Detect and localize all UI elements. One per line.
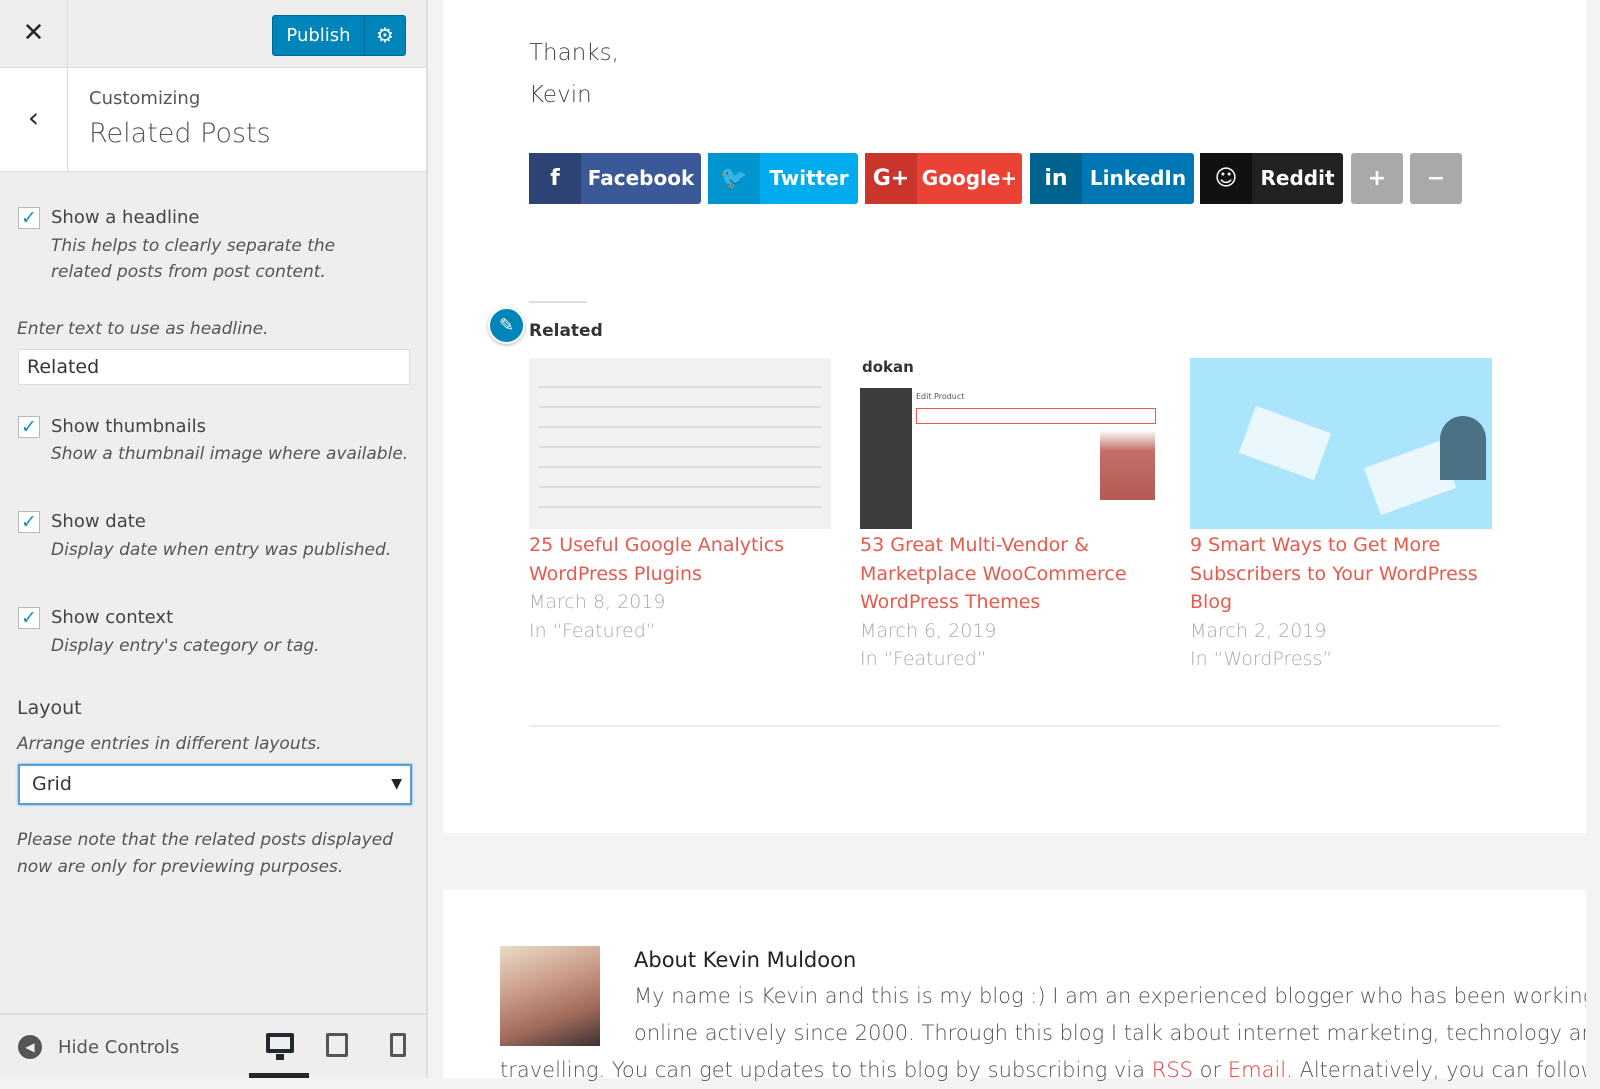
- active-device-indicator: [249, 1073, 309, 1078]
- email-link[interactable]: Email: [1228, 1058, 1286, 1082]
- option-description: Display entry's category or tag.: [51, 636, 320, 656]
- tablet-preview-icon[interactable]: [326, 1033, 348, 1057]
- customizer-sidebar: ✕ Publish ⚙ ‹ Customizing Related Posts …: [0, 0, 428, 1078]
- share-linkedin-button[interactable]: in LinkedIn: [1030, 153, 1194, 204]
- option-label: Show thumbnails: [51, 416, 206, 437]
- signoff-line: Thanks,: [529, 40, 619, 66]
- option-label: Show date: [51, 511, 146, 532]
- related-divider: [529, 301, 587, 303]
- show-context-checkbox[interactable]: ✓: [18, 607, 40, 629]
- option-description: Show a thumbnail image where available.: [51, 444, 409, 464]
- author-bio-line: My name is Kevin and this is my blog :) …: [634, 984, 1596, 1008]
- share-reddit-button[interactable]: ☺ Reddit: [1200, 153, 1343, 204]
- signoff: Thanks, Kevin: [529, 32, 619, 116]
- dokan-logo: dokan: [862, 358, 914, 376]
- related-post: 9 Smart Ways to Get More Subscribers to …: [1190, 531, 1490, 674]
- layout-select-value: Grid: [32, 773, 72, 795]
- share-twitter-button[interactable]: 🐦 Twitter: [708, 153, 858, 204]
- facebook-icon: f: [529, 153, 581, 204]
- post-context: In “Featured”: [529, 619, 656, 642]
- layout-note: Please note that the related posts displ…: [17, 830, 394, 877]
- hide-controls-button[interactable]: ◀ Hide Controls: [18, 1035, 179, 1059]
- publish-button[interactable]: Publish: [273, 16, 365, 55]
- layout-select[interactable]: Grid ▼: [18, 764, 412, 805]
- related-post: 25 Useful Google Analytics WordPress Plu…: [529, 531, 829, 645]
- related-post: 53 Great Multi-Vendor & Marketplace WooC…: [860, 531, 1160, 674]
- show-date-checkbox[interactable]: ✓: [18, 511, 40, 533]
- hide-controls-label: Hide Controls: [58, 1036, 180, 1058]
- post-context: In “WordPress”: [1190, 648, 1333, 670]
- option-label: Show context: [51, 607, 174, 628]
- content-divider: [529, 725, 1501, 727]
- mobile-preview-icon[interactable]: [390, 1033, 406, 1057]
- post-date: March 2, 2019: [1190, 619, 1327, 642]
- share-label: Facebook: [587, 166, 695, 190]
- customizer-header: ✕ Publish ⚙: [0, 0, 426, 68]
- share-label: Reddit: [1260, 166, 1335, 190]
- headline-input[interactable]: Related: [18, 349, 410, 385]
- googleplus-icon: G+: [865, 153, 917, 204]
- site-preview: Thanks, Kevin f Facebook 🐦 Twitter G+ Google+…: [443, 0, 1586, 833]
- dropdown-arrow-icon: ▼: [391, 776, 402, 792]
- desktop-preview-icon[interactable]: [266, 1033, 294, 1053]
- twitter-icon: 🐦: [708, 153, 760, 204]
- author-bio-line: online actively since 2000. Through this…: [634, 1021, 1600, 1045]
- option-label: Show a headline: [51, 207, 200, 228]
- post-context: In “Featured”: [860, 648, 987, 670]
- share-label: Twitter: [769, 166, 849, 190]
- post-date: March 8, 2019: [529, 591, 666, 613]
- post-title-link[interactable]: 9 Smart Ways to Get More Subscribers to …: [1190, 531, 1490, 617]
- author-box: About Kevin Muldoon My name is Kevin and…: [443, 890, 1600, 1082]
- related-heading: Related: [529, 321, 603, 341]
- show-thumbnails-checkbox[interactable]: ✓: [18, 416, 40, 438]
- post-thumbnail[interactable]: [1190, 358, 1492, 529]
- headline-prompt: Enter text to use as headline.: [17, 319, 269, 339]
- close-icon: ✕: [22, 18, 45, 48]
- edit-pencil-icon[interactable]: ✎: [488, 307, 525, 344]
- minus-icon: −: [1426, 166, 1446, 191]
- layout-description: Arrange entries in different layouts.: [17, 734, 322, 754]
- thumb-heading: Edit Product: [916, 392, 965, 401]
- gear-icon: ⚙: [376, 23, 394, 47]
- author-avatar: [500, 946, 600, 1046]
- panel-title-section: ‹ Customizing Related Posts: [0, 68, 426, 172]
- less-share-button[interactable]: −: [1410, 153, 1462, 204]
- panel-title: Related Posts: [89, 118, 271, 149]
- rss-link[interactable]: RSS: [1152, 1058, 1193, 1082]
- more-share-button[interactable]: +: [1351, 153, 1403, 204]
- back-button[interactable]: ‹: [0, 68, 68, 172]
- share-label: Google+: [921, 166, 1018, 190]
- reddit-icon: ☺: [1200, 153, 1252, 204]
- close-button[interactable]: ✕: [0, 0, 68, 68]
- author-bio-line: travelling. You can get updates to this …: [500, 1052, 1600, 1089]
- publish-settings-button[interactable]: ⚙: [365, 16, 405, 55]
- post-thumbnail[interactable]: [529, 358, 831, 529]
- layout-title: Layout: [17, 697, 82, 719]
- monitor-stand: [276, 1054, 284, 1060]
- signoff-name: Kevin: [529, 82, 592, 108]
- chevron-left-icon: ‹: [27, 101, 40, 134]
- share-googleplus-button[interactable]: G+ Google+: [865, 153, 1022, 204]
- post-thumbnail[interactable]: dokan Edit Product: [860, 358, 1162, 529]
- bio-text: travelling. You can get updates to this …: [500, 1058, 1152, 1082]
- option-show-headline: ✓: [18, 207, 40, 229]
- linkedin-icon: in: [1030, 153, 1082, 204]
- publish-button-group: Publish ⚙: [272, 15, 406, 56]
- option-description: Display date when entry was published.: [51, 540, 392, 560]
- bio-text: or: [1193, 1058, 1228, 1082]
- show-headline-checkbox[interactable]: ✓: [18, 207, 40, 229]
- post-title-link[interactable]: 25 Useful Google Analytics WordPress Plu…: [529, 531, 829, 588]
- plus-icon: +: [1367, 166, 1387, 191]
- post-title-link[interactable]: 53 Great Multi-Vendor & Marketplace WooC…: [860, 531, 1160, 617]
- breadcrumb: Customizing: [89, 88, 201, 109]
- collapse-arrow-icon: ◀: [18, 1035, 42, 1059]
- preview-scrollbar[interactable]: [1586, 0, 1600, 1078]
- share-facebook-button[interactable]: f Facebook: [529, 153, 701, 204]
- bio-text: . Alternatively, you can follow me: [1286, 1058, 1600, 1082]
- author-heading: About Kevin Muldoon: [634, 948, 857, 972]
- option-description: This helps to clearly separate the relat…: [51, 236, 336, 282]
- share-label: LinkedIn: [1089, 166, 1187, 190]
- post-date: March 6, 2019: [860, 619, 997, 642]
